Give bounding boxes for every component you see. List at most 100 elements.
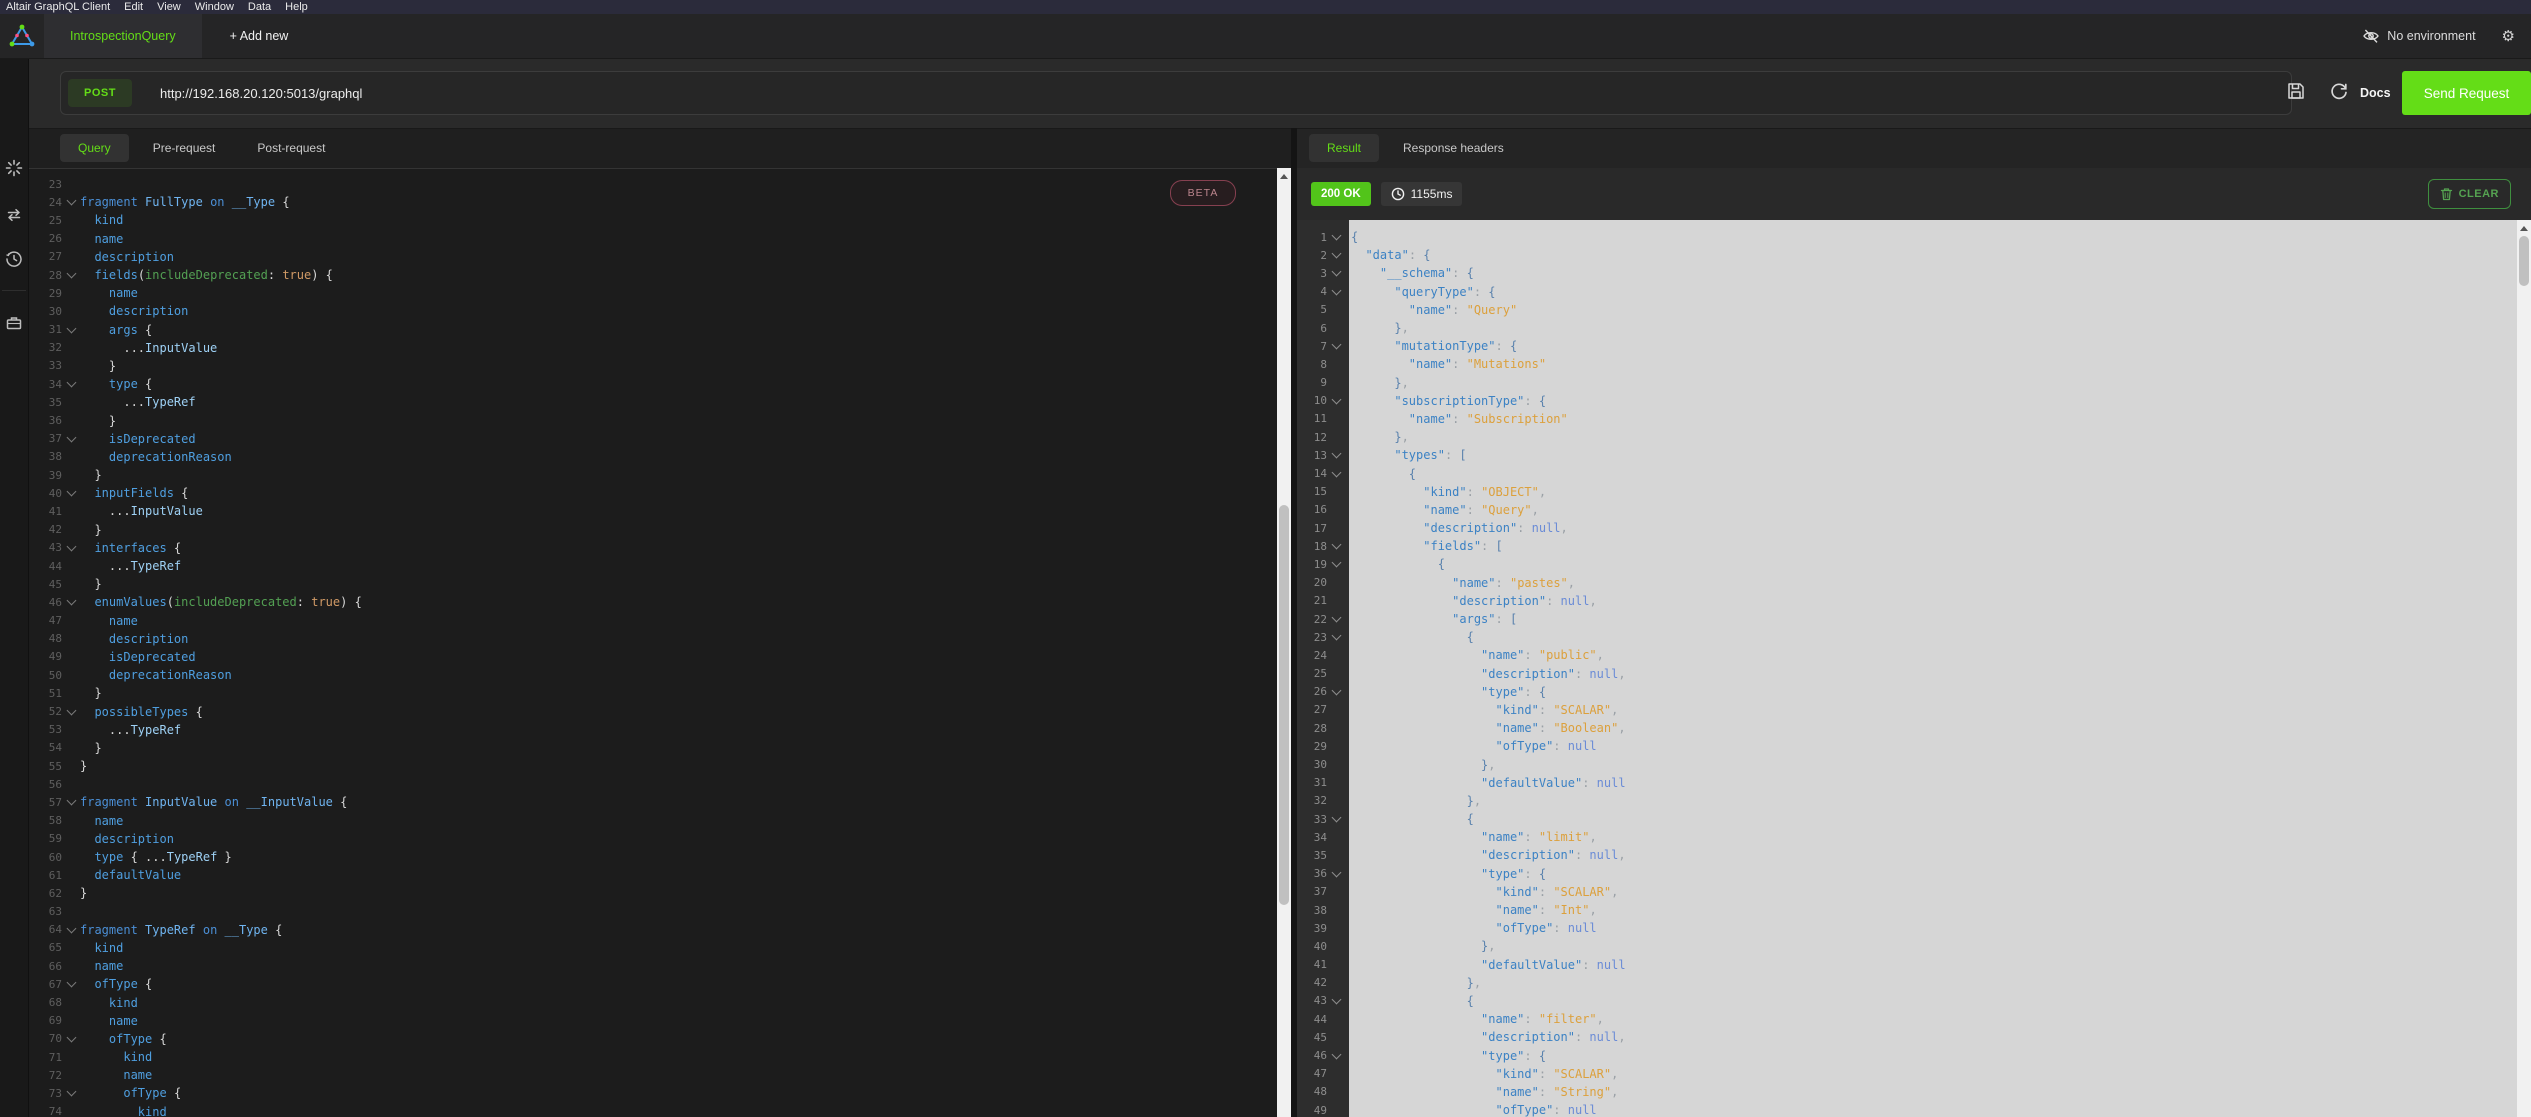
fold-toggle[interactable] xyxy=(1327,994,1345,1005)
add-new-tab-button[interactable]: + Add new xyxy=(202,14,317,58)
settings-gear-icon[interactable]: ⚙ xyxy=(2502,14,2515,58)
line-number: 28 xyxy=(1313,721,1327,735)
docs-button[interactable]: Docs xyxy=(2360,58,2391,128)
send-request-button[interactable]: Send Request xyxy=(2402,71,2531,115)
tab-result[interactable]: Result xyxy=(1309,134,1380,162)
code-line: 46 enumValues(includeDeprecated: true) { xyxy=(28,593,1277,611)
fold-toggle[interactable] xyxy=(62,1032,80,1043)
line-number: 31 xyxy=(48,323,62,337)
variables-spinner-icon[interactable] xyxy=(5,159,23,177)
tab-post-request[interactable]: Post-request xyxy=(239,134,343,162)
code-line: 37 isDeprecated xyxy=(28,430,1277,448)
code-line: 24 "name": "public", xyxy=(1297,646,2517,664)
code-text: "__schema": { xyxy=(1379,266,1474,281)
fold-toggle[interactable] xyxy=(1327,230,1345,241)
line-number: 64 xyxy=(48,923,62,937)
query-editor[interactable]: 23 24 fragment FullType on __Type {25 kind… xyxy=(28,168,1277,1117)
line-number: 39 xyxy=(48,468,62,482)
menu-item-data[interactable]: Data xyxy=(241,1,278,13)
line-number: 57 xyxy=(48,795,62,809)
fold-toggle[interactable] xyxy=(1327,1049,1345,1059)
fold-toggle[interactable] xyxy=(1327,867,1345,878)
fold-toggle[interactable] xyxy=(1327,467,1345,477)
fold-toggle[interactable] xyxy=(1327,630,1345,641)
tab-pre-request[interactable]: Pre-request xyxy=(135,134,234,162)
fold-toggle[interactable] xyxy=(1327,558,1345,568)
fold-toggle[interactable] xyxy=(62,796,80,806)
tab-query[interactable]: Query xyxy=(60,134,129,162)
fold-toggle[interactable] xyxy=(62,541,80,552)
tab-response-headers[interactable]: Response headers xyxy=(1385,134,1522,162)
code-text: interfaces { xyxy=(94,540,182,555)
code-text: name xyxy=(94,231,124,246)
line-number: 14 xyxy=(1313,467,1327,481)
collections-briefcase-icon[interactable] xyxy=(5,314,23,332)
url-bar[interactable]: POST http://192.168.20.120:5013/graphql xyxy=(60,71,2292,115)
menu-item-help[interactable]: Help xyxy=(278,1,315,13)
clear-button[interactable]: CLEAR xyxy=(2427,179,2511,209)
code-line: 13 "types": [ xyxy=(1297,446,2517,464)
fold-toggle[interactable] xyxy=(1327,339,1345,350)
code-text: "name": "Query" xyxy=(1408,302,1518,317)
fold-toggle[interactable] xyxy=(62,595,80,606)
scroll-up-arrow[interactable] xyxy=(1277,170,1291,182)
save-icon[interactable] xyxy=(2285,80,2307,102)
http-method-selector[interactable]: POST xyxy=(68,79,132,107)
code-text: isDeprecated xyxy=(108,649,196,664)
fold-toggle[interactable] xyxy=(1327,267,1345,277)
fold-toggle[interactable] xyxy=(1327,248,1345,259)
fold-toggle[interactable] xyxy=(62,377,80,388)
code-line: 50 deprecationReason xyxy=(28,666,1277,684)
scrollbar-thumb[interactable] xyxy=(2519,236,2529,286)
code-text: fragment FullType on __Type { xyxy=(80,195,290,210)
refetch-swap-icon[interactable] xyxy=(5,206,23,224)
fold-toggle[interactable] xyxy=(62,977,80,988)
fold-toggle[interactable] xyxy=(62,486,80,497)
fold-toggle[interactable] xyxy=(62,1087,80,1097)
result-scrollbar[interactable] xyxy=(2517,220,2531,1117)
line-number: 48 xyxy=(48,632,62,646)
code-text: "description": null, xyxy=(1423,521,1568,536)
code-line: 32 ...InputValue xyxy=(28,339,1277,357)
fold-toggle[interactable] xyxy=(62,923,80,934)
fold-toggle[interactable] xyxy=(62,705,80,715)
code-text: "data": { xyxy=(1365,248,1431,263)
fold-toggle[interactable] xyxy=(1327,612,1345,623)
code-line: 56 xyxy=(28,775,1277,793)
fold-toggle[interactable] xyxy=(1327,285,1345,296)
line-number: 25 xyxy=(48,213,62,227)
pane-divider[interactable] xyxy=(1291,128,1297,1117)
fold-toggle[interactable] xyxy=(62,432,80,443)
code-line: 33 { xyxy=(1297,810,2517,828)
line-number: 32 xyxy=(48,341,62,355)
line-number: 60 xyxy=(48,850,62,864)
tab-introspection-query[interactable]: IntrospectionQuery xyxy=(44,14,202,58)
menu-item-window[interactable]: Window xyxy=(188,1,241,13)
environment-selector[interactable]: No environment xyxy=(2362,14,2476,58)
window-tab-bar: IntrospectionQuery + Add new No environm… xyxy=(0,14,2531,59)
fold-toggle[interactable] xyxy=(1327,448,1345,459)
menu-item-app[interactable]: Altair GraphQL Client xyxy=(0,1,117,13)
fold-toggle[interactable] xyxy=(1327,812,1345,823)
query-editor-scrollbar[interactable] xyxy=(1277,168,1291,1117)
fold-toggle[interactable] xyxy=(62,195,80,206)
history-icon[interactable] xyxy=(5,250,23,268)
fold-toggle[interactable] xyxy=(1327,394,1345,405)
scroll-up-arrow[interactable] xyxy=(2517,222,2531,234)
fold-toggle[interactable] xyxy=(62,268,80,279)
fold-toggle[interactable] xyxy=(62,323,80,334)
url-input[interactable]: http://192.168.20.120:5013/graphql xyxy=(160,86,362,101)
code-text: kind xyxy=(137,1104,167,1117)
menu-item-view[interactable]: View xyxy=(150,1,188,13)
fold-toggle[interactable] xyxy=(1327,685,1345,696)
code-line: 47 name xyxy=(28,612,1277,630)
refresh-icon[interactable] xyxy=(2328,80,2350,102)
code-line: 20 "name": "pastes", xyxy=(1297,574,2517,592)
fold-toggle[interactable] xyxy=(1327,539,1345,550)
line-number: 21 xyxy=(1313,594,1327,608)
code-line: 52 possibleTypes { xyxy=(28,702,1277,720)
menu-item-edit[interactable]: Edit xyxy=(117,1,150,13)
tab-pre-request-label: Pre-request xyxy=(152,141,216,155)
line-number: 19 xyxy=(1313,557,1327,571)
scrollbar-thumb[interactable] xyxy=(1279,505,1289,905)
